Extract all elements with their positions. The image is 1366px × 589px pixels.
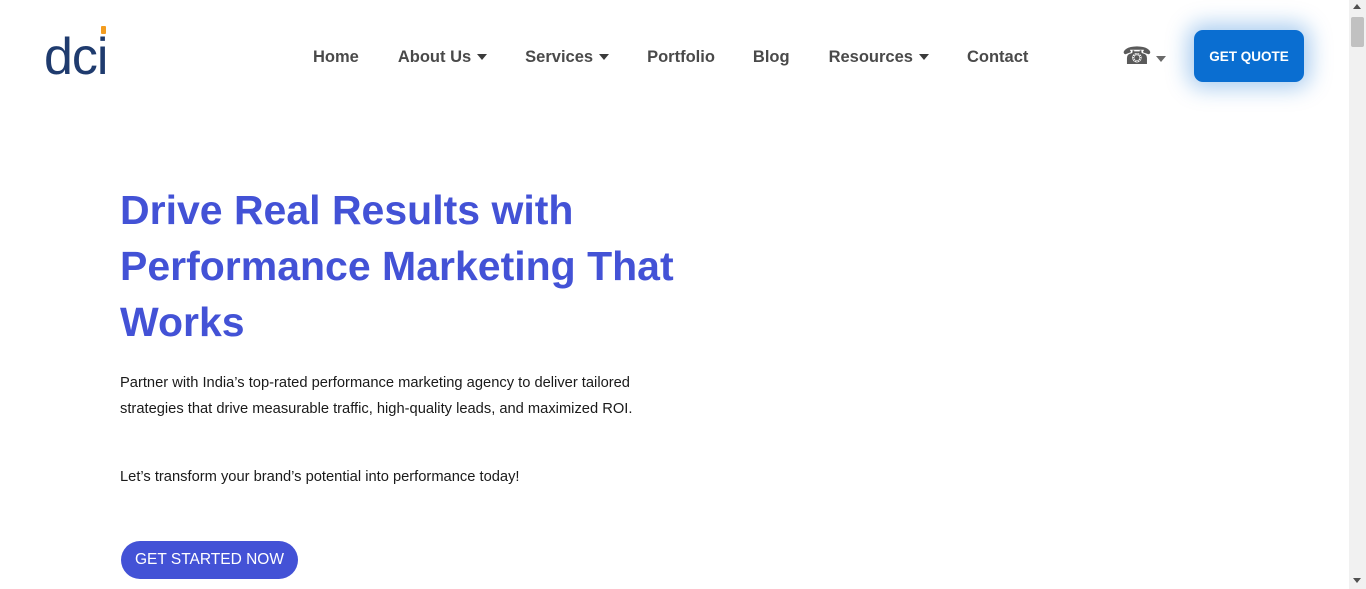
chevron-down-icon — [918, 54, 929, 60]
get-started-button[interactable]: GET STARTED NOW — [121, 541, 298, 579]
scroll-thumb[interactable] — [1351, 17, 1364, 47]
hero-description: Partner with India’s top-rated performan… — [120, 375, 633, 417]
phone-icon: ☎ — [1122, 43, 1152, 70]
site-header: dci Home About Us Services Portfolio Blo… — [0, 0, 1349, 112]
chevron-down-icon — [599, 54, 610, 60]
logo-dot — [100, 26, 106, 34]
nav-item-resources[interactable]: Resources — [829, 44, 929, 70]
nav-item-contact[interactable]: Contact — [967, 44, 1028, 70]
logo-text: dci — [44, 26, 108, 86]
scroll-up-arrow-icon[interactable] — [1353, 4, 1361, 9]
page-scrollbar[interactable] — [1349, 0, 1366, 589]
logo-i: i — [96, 26, 108, 86]
scroll-down-arrow-icon[interactable] — [1353, 578, 1361, 583]
nav-item-blog[interactable]: Blog — [753, 44, 790, 70]
nav-item-home[interactable]: Home — [313, 44, 359, 70]
hero-title: Drive Real Results with Performance Mark… — [120, 187, 674, 345]
dci-logo[interactable]: dci — [44, 26, 108, 86]
phone-dropdown[interactable]: ☎ — [1122, 44, 1166, 70]
chevron-down-icon — [477, 54, 488, 60]
chevron-down-icon — [1155, 56, 1166, 62]
nav-item-services[interactable]: Services — [525, 44, 610, 70]
hero-tagline: Let’s transform your brand’s potential i… — [120, 469, 520, 485]
main-nav: Home About Us Services Portfolio Blog Re… — [313, 44, 1028, 70]
nav-item-portfolio[interactable]: Portfolio — [647, 44, 715, 70]
get-quote-button[interactable]: GET QUOTE — [1194, 30, 1304, 82]
nav-item-about-us[interactable]: About Us — [398, 44, 488, 70]
